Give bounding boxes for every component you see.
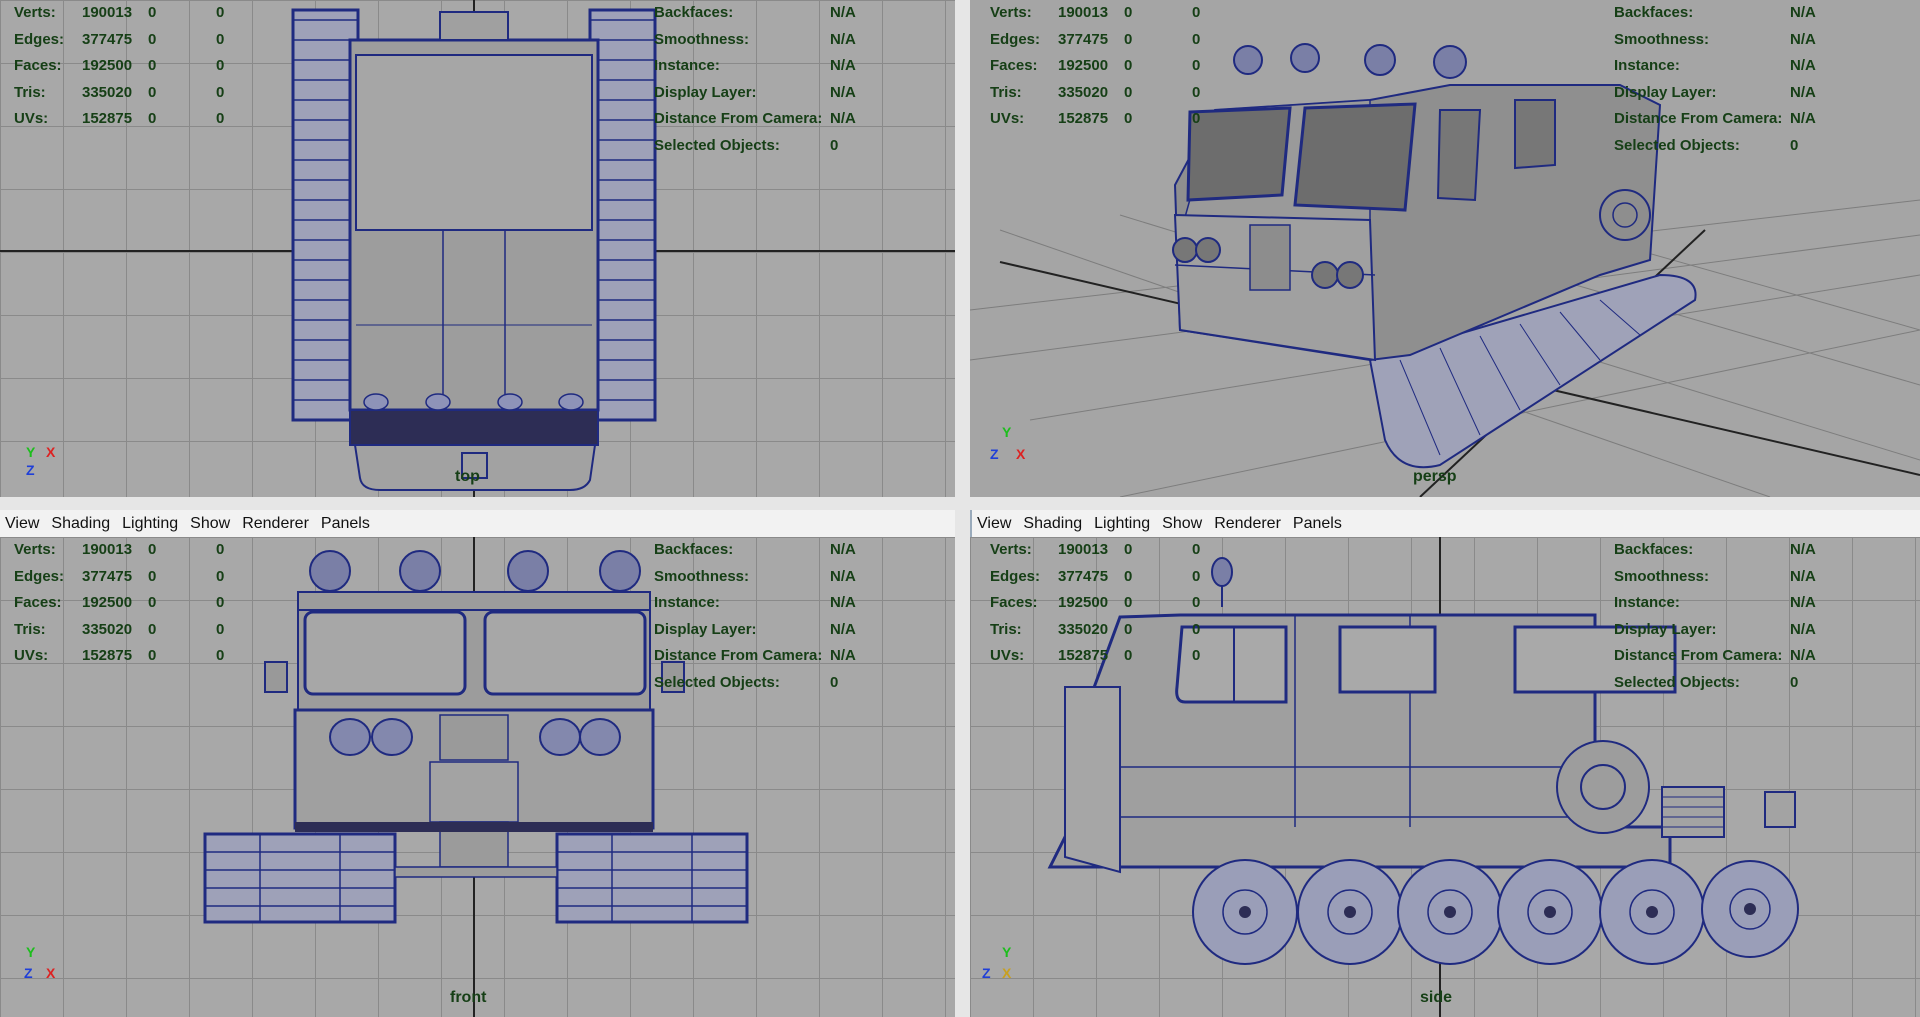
axis-y-label: Y (1002, 424, 1012, 440)
axis-y-label: Y (1002, 944, 1012, 960)
menu-lighting[interactable]: Lighting (117, 515, 185, 533)
axis-x-label: X (1002, 965, 1012, 981)
axis-z-label: Z (24, 965, 33, 981)
menu-view[interactable]: View (972, 515, 1018, 533)
camera-name-label: side (1420, 989, 1453, 1006)
axis-z-label: Z (982, 965, 991, 981)
viewport-front[interactable]: Verts: 190013 0 0 Edges: 377475 0 0 Faces: 1925… (0, 537, 955, 1017)
axis-z-label: Z (990, 446, 999, 462)
panel-menubar-side: View Shading Lighting Show Renderer Pane… (970, 510, 1920, 539)
viewport-persp[interactable]: Verts: 190013 0 0 Edges: 377475 0 0 Faces: 1925… (970, 0, 1920, 497)
camera-name-label: top (455, 468, 480, 485)
viewport-top[interactable]: Verts: 190013 0 0 Edges: 377475 0 0 Faces: 1925… (0, 0, 955, 497)
menu-panels[interactable]: Panels (316, 515, 377, 533)
menu-renderer[interactable]: Renderer (237, 515, 316, 533)
camera-name-label: front (450, 989, 487, 1006)
axis-y-label: Y (26, 944, 36, 960)
object-details-right: Backfaces: N/A Smoothness: N/A Instance: N/… (654, 541, 856, 691)
poly-stats-left: Verts: 190013 0 0 Edges: 377475 0 0 Faces: 1925… (14, 4, 225, 127)
axis-x-label: X (1016, 446, 1026, 462)
poly-stats-left: Verts: 190013 0 0 Edges: 377475 0 0 Faces: 1925… (990, 541, 1201, 664)
menu-show[interactable]: Show (185, 515, 237, 533)
poly-stats-left: Verts: 190013 0 0 Edges: 377475 0 0 Faces: 1925… (14, 541, 225, 664)
panel-menubar-front: View Shading Lighting Show Renderer Pane… (0, 510, 955, 539)
axis-y-label: Y (26, 444, 36, 460)
camera-name-label: persp (1413, 468, 1457, 485)
menu-lighting[interactable]: Lighting (1089, 515, 1157, 533)
poly-stats-left: Verts: 190013 0 0 Edges: 377475 0 0 Faces: 1925… (990, 4, 1201, 127)
axis-x-label: X (46, 444, 56, 460)
menu-shading[interactable]: Shading (1018, 515, 1089, 533)
viewport-side[interactable]: Verts: 190013 0 0 Edges: 377475 0 0 Faces: 1925… (970, 537, 1920, 1017)
pane-divider-horizontal[interactable] (0, 497, 1920, 510)
menu-renderer[interactable]: Renderer (1209, 515, 1288, 533)
object-details-right: Backfaces: N/A Smoothness: N/A Instance: N/… (1614, 541, 1816, 691)
object-details-right: Backfaces: N/A Smoothness: N/A Instance: N/… (1614, 4, 1816, 154)
menu-shading[interactable]: Shading (46, 515, 117, 533)
object-details-right: Backfaces: N/A Smoothness: N/A Instance: N/… (654, 4, 856, 154)
menu-show[interactable]: Show (1157, 515, 1209, 533)
axis-x-label: X (46, 965, 56, 981)
axis-z-label: Z (26, 462, 35, 478)
menu-view[interactable]: View (0, 515, 46, 533)
menu-panels[interactable]: Panels (1288, 515, 1349, 533)
